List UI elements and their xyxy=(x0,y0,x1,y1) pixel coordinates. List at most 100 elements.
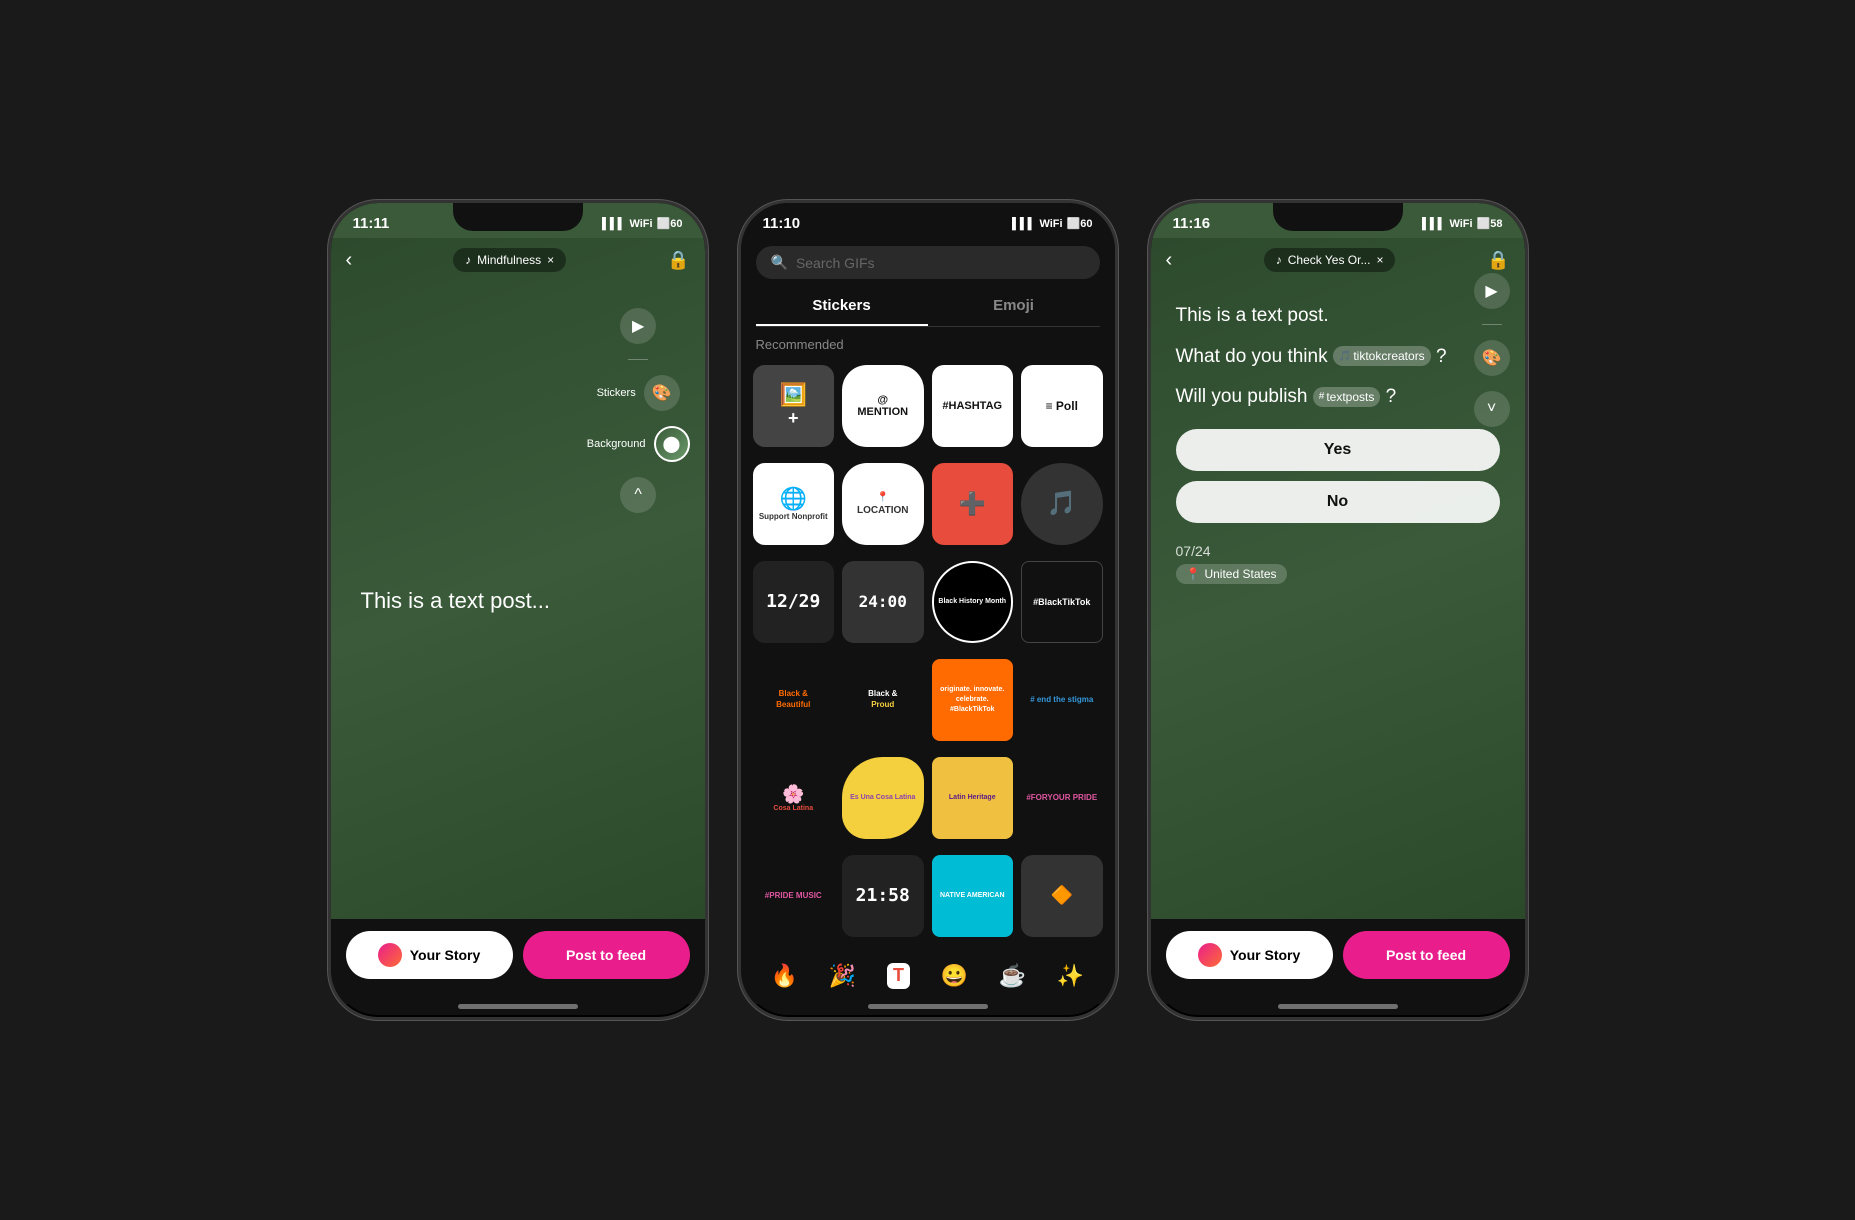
sticker-icon-1[interactable]: 🎨 xyxy=(644,375,680,411)
post-line-2: What do you think 🎵 tiktokcreators ? xyxy=(1176,343,1500,372)
emoji-fire[interactable]: 🔥 xyxy=(771,963,798,989)
support-globe-icon: 🌐 xyxy=(780,486,807,512)
sticker-audio[interactable]: 🎵 xyxy=(1021,463,1103,545)
emoji-party[interactable]: 🎉 xyxy=(829,963,856,989)
back-button-3[interactable]: ‹ xyxy=(1166,249,1173,272)
search-icon: 🔍 xyxy=(771,254,788,271)
medical-icon: ➕ xyxy=(959,491,986,517)
sticker-time-2158[interactable]: 21:58 xyxy=(842,855,924,937)
sticker-add-photo[interactable]: 🖼️ + xyxy=(753,365,835,447)
sticker-native-american[interactable]: NATIVE AMERICAN xyxy=(932,855,1014,937)
poll-options: Yes No xyxy=(1176,429,1500,523)
sticker-black-proud[interactable]: Black & Proud xyxy=(842,659,924,741)
chevron-up-icon-1[interactable]: ^ xyxy=(620,477,656,513)
post-view-area: This is a text post. What do you think 🎵… xyxy=(1151,282,1525,919)
sticker-cosa-latina-2[interactable]: Es Una Cosa Latina xyxy=(842,757,924,839)
video-icon-3[interactable]: ▶ xyxy=(1474,273,1510,309)
sticker-poll[interactable]: ≡ Poll xyxy=(1021,365,1103,447)
music-pill-1[interactable]: ♪ Mindfulness × xyxy=(453,248,566,272)
feed-button-1[interactable]: Post to feed xyxy=(523,931,690,979)
story-button-1[interactable]: Your Story xyxy=(346,931,513,979)
close-icon-3[interactable]: × xyxy=(1376,253,1383,267)
story-button-3[interactable]: Your Story xyxy=(1166,931,1333,979)
location-badge[interactable]: 📍 United States xyxy=(1176,564,1287,584)
feed-button-3[interactable]: Post to feed xyxy=(1343,931,1510,979)
phone-1: 11:11 ▌▌▌ WiFi ⬜60 ‹ ♪ Mindfulness × 🔒 xyxy=(328,200,708,1020)
sticker-mention[interactable]: @ MENTION xyxy=(842,365,924,447)
battery-icon-3: ⬜58 xyxy=(1477,217,1503,230)
post-line2-suffix: ? xyxy=(1436,346,1447,367)
signal-icon-2: ▌▌▌ xyxy=(1012,218,1035,230)
feed-btn-label-1: Post to feed xyxy=(566,947,646,963)
emoji-smile[interactable]: 😀 xyxy=(941,963,968,989)
video-icon-1[interactable]: ▶ xyxy=(620,308,656,344)
black-beautiful-label-1: Black & xyxy=(779,689,808,699)
tiktok-creators-tag[interactable]: 🎵 tiktokcreators xyxy=(1333,346,1431,366)
sticker-medical[interactable]: ➕ xyxy=(932,463,1014,545)
post-line3-prefix: Will you publish xyxy=(1176,386,1313,407)
post-line-1: This is a text post. xyxy=(1176,302,1500,331)
sticker-hashtag[interactable]: #HASHTAG xyxy=(932,365,1014,447)
sticker-black-history[interactable]: Black History Month xyxy=(932,561,1014,643)
sticker-date-1229[interactable]: 12/29 xyxy=(753,561,835,643)
sticker-originate[interactable]: originate. innovate. celebrate. #BlackTi… xyxy=(932,659,1014,741)
sticker-black-tiktok[interactable]: #BlackTikTok xyxy=(1021,561,1103,643)
poll-label: ≡ Poll xyxy=(1046,399,1078,413)
time-3: 11:16 xyxy=(1173,215,1211,232)
textposts-tag[interactable]: # textposts xyxy=(1313,387,1381,407)
sticker-icon-3[interactable]: 🎨 xyxy=(1474,340,1510,376)
avatar-1 xyxy=(378,943,402,967)
status-icons-1: ▌▌▌ WiFi ⬜60 xyxy=(602,217,682,230)
sticker-for-pride[interactable]: #FORYOUR PRIDE xyxy=(1021,757,1103,839)
mention-label: MENTION xyxy=(857,406,908,418)
signal-icon-3: ▌▌▌ xyxy=(1422,218,1445,230)
search-placeholder: Search GIFs xyxy=(796,255,875,271)
tag-label-3: textposts xyxy=(1326,388,1374,406)
mention-icon: @ xyxy=(877,394,888,406)
music-pill-3[interactable]: ♪ Check Yes Or... × xyxy=(1264,248,1396,272)
sticker-tool-row: Stickers 🎨 xyxy=(597,375,680,411)
date-label: 12/29 xyxy=(766,591,820,612)
lock-icon-1[interactable]: 🔒 xyxy=(667,250,689,271)
sticker-support-nonprofit[interactable]: 🌐 Support Nonprofit xyxy=(753,463,835,545)
time-2400-label: 24:00 xyxy=(859,592,907,611)
close-icon-1[interactable]: × xyxy=(547,253,554,267)
back-button-1[interactable]: ‹ xyxy=(346,249,353,272)
tab-stickers[interactable]: Stickers xyxy=(756,287,928,326)
time-2: 11:10 xyxy=(763,215,801,232)
latin-heritage-label: Latin Heritage xyxy=(949,794,996,801)
sticker-decorative[interactable]: 🔶 xyxy=(1021,855,1103,937)
lock-icon-3[interactable]: 🔒 xyxy=(1487,250,1509,271)
sticker-pride-music[interactable]: #PRIDE MUSIC xyxy=(753,855,835,937)
black-tiktok-label: #BlackTikTok xyxy=(1033,597,1090,607)
poll-yes-option[interactable]: Yes xyxy=(1176,429,1500,471)
native-american-label: NATIVE AMERICAN xyxy=(940,891,1005,900)
post-line3-suffix: ? xyxy=(1386,386,1397,407)
emoji-sparkle[interactable]: ✨ xyxy=(1057,963,1084,989)
sticker-location[interactable]: 📍 LOCATION xyxy=(842,463,924,545)
bottom-bar-1: Your Story Post to feed xyxy=(331,919,705,1004)
emoji-coffee[interactable]: ☕ xyxy=(999,963,1026,989)
sticker-latin-heritage[interactable]: Latin Heritage xyxy=(932,757,1014,839)
background-icon-1[interactable]: ⬤ xyxy=(654,426,690,462)
sticker-end-stigma[interactable]: # end the stigma xyxy=(1021,659,1103,741)
search-bar[interactable]: 🔍 Search GIFs xyxy=(756,246,1100,279)
home-indicator-3 xyxy=(1278,1004,1398,1009)
home-indicator-2 xyxy=(868,1004,988,1009)
sticker-time-2400[interactable]: 24:00 xyxy=(842,561,924,643)
music-note-icon-1: ♪ xyxy=(465,253,471,267)
notch-1 xyxy=(453,203,583,231)
phone2-content: 🔍 Search GIFs Stickers Emoji Recommended… xyxy=(741,238,1115,1004)
sticker-black-beautiful[interactable]: Black & Beautiful xyxy=(753,659,835,741)
emoji-t[interactable]: T xyxy=(887,963,910,989)
feed-btn-label-3: Post to feed xyxy=(1386,947,1466,963)
tab-emoji[interactable]: Emoji xyxy=(928,287,1100,326)
background-label-1: Background xyxy=(587,438,646,450)
sticker-cosa-latina-1[interactable]: 🌸 Cosa Latina xyxy=(753,757,835,839)
location-label-3: United States xyxy=(1204,567,1276,581)
chevron-down-icon-3[interactable]: ˅ xyxy=(1474,391,1510,427)
music-label-3: Check Yes Or... xyxy=(1288,253,1371,267)
hashtag-label: #HASHTAG xyxy=(942,400,1002,412)
poll-no-option[interactable]: No xyxy=(1176,481,1500,523)
notch-3 xyxy=(1273,203,1403,231)
